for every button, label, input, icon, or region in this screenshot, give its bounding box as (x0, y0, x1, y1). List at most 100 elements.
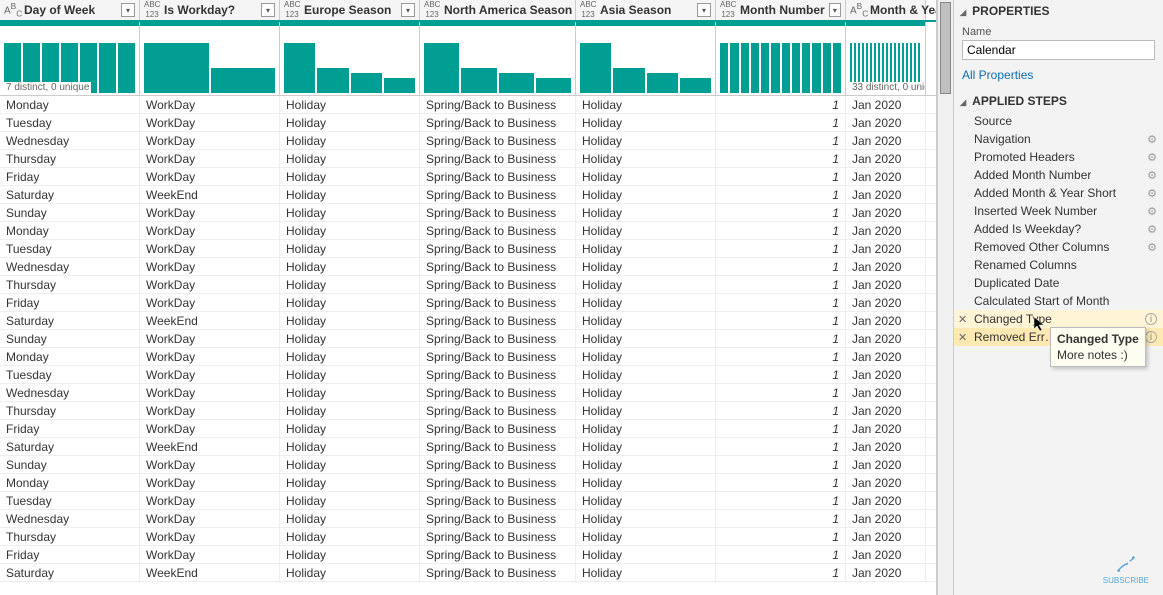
table-cell: Holiday (576, 132, 716, 149)
vertical-scrollbar[interactable] (937, 0, 953, 595)
table-row[interactable]: FridayWorkDayHolidaySpring/Back to Busin… (0, 294, 936, 312)
table-row[interactable]: WednesdayWorkDayHolidaySpring/Back to Bu… (0, 132, 936, 150)
gear-icon[interactable]: ⚙ (1147, 187, 1157, 200)
filter-dropdown-icon[interactable]: ▾ (829, 3, 841, 17)
table-row[interactable]: SaturdayWeekEndHolidaySpring/Back to Bus… (0, 312, 936, 330)
datatype-icon[interactable]: ABC (850, 2, 866, 18)
datatype-icon[interactable]: ABC123 (720, 0, 736, 20)
table-cell: Jan 2020 (846, 150, 926, 167)
table-row[interactable]: SaturdayWeekEndHolidaySpring/Back to Bus… (0, 186, 936, 204)
table-cell: Holiday (576, 186, 716, 203)
column-distribution[interactable]: 7 distinct, 0 unique (0, 26, 140, 95)
table-row[interactable]: TuesdayWorkDayHolidaySpring/Back to Busi… (0, 240, 936, 258)
info-icon[interactable]: i (1145, 313, 1157, 325)
applied-steps-header[interactable]: APPLIED STEPS (954, 90, 1163, 112)
table-row[interactable]: FridayWorkDayHolidaySpring/Back to Busin… (0, 546, 936, 564)
datatype-icon[interactable]: ABC123 (144, 0, 160, 20)
table-cell: 1 (716, 402, 846, 419)
table-row[interactable]: ThursdayWorkDayHolidaySpring/Back to Bus… (0, 528, 936, 546)
table-cell: Holiday (576, 528, 716, 545)
applied-step[interactable]: ✕Calculated Start of Month (954, 292, 1163, 310)
table-row[interactable]: SundayWorkDayHolidaySpring/Back to Busin… (0, 456, 936, 474)
delete-step-icon[interactable]: ✕ (958, 313, 967, 326)
column-header[interactable]: ABC123Month Number▾ (716, 0, 846, 20)
applied-step[interactable]: ✕Added Is Weekday?⚙ (954, 220, 1163, 238)
table-row[interactable]: FridayWorkDayHolidaySpring/Back to Busin… (0, 168, 936, 186)
table-cell: Jan 2020 (846, 510, 926, 527)
filter-dropdown-icon[interactable]: ▾ (401, 3, 415, 17)
gear-icon[interactable]: ⚙ (1147, 151, 1157, 164)
applied-step[interactable]: ✕Duplicated Date (954, 274, 1163, 292)
info-icon[interactable]: i (1145, 331, 1157, 343)
table-cell: 1 (716, 564, 846, 581)
properties-header[interactable]: PROPERTIES (954, 0, 1163, 22)
column-distribution[interactable] (420, 26, 576, 95)
step-name: Added Month & Year Short (974, 186, 1116, 200)
filter-dropdown-icon[interactable]: ▾ (121, 3, 135, 17)
datatype-icon[interactable]: ABC (4, 2, 20, 18)
table-row[interactable]: MondayWorkDayHolidaySpring/Back to Busin… (0, 474, 936, 492)
table-cell: Jan 2020 (846, 240, 926, 257)
column-distribution[interactable]: 33 distinct, 0 unique (846, 26, 926, 95)
table-row[interactable]: WednesdayWorkDayHolidaySpring/Back to Bu… (0, 384, 936, 402)
gear-icon[interactable]: ⚙ (1147, 241, 1157, 254)
datatype-icon[interactable]: ABC123 (424, 0, 440, 20)
column-name: North America Season (444, 3, 572, 17)
column-header[interactable]: ABC123Is Workday?▾ (140, 0, 280, 20)
filter-dropdown-icon[interactable]: ▾ (261, 3, 275, 17)
column-header[interactable]: ABC123Europe Season▾ (280, 0, 420, 20)
table-row[interactable]: MondayWorkDayHolidaySpring/Back to Busin… (0, 348, 936, 366)
data-rows[interactable]: MondayWorkDayHolidaySpring/Back to Busin… (0, 96, 936, 595)
applied-step[interactable]: ✕Promoted Headers⚙ (954, 148, 1163, 166)
applied-step[interactable]: ✕Source (954, 112, 1163, 130)
applied-step[interactable]: ✕Renamed Columns (954, 256, 1163, 274)
applied-step[interactable]: ✕Added Month & Year Short⚙ (954, 184, 1163, 202)
table-row[interactable]: TuesdayWorkDayHolidaySpring/Back to Busi… (0, 114, 936, 132)
table-cell: Saturday (0, 186, 140, 203)
table-cell: Jan 2020 (846, 402, 926, 419)
table-row[interactable]: TuesdayWorkDayHolidaySpring/Back to Busi… (0, 492, 936, 510)
table-row[interactable]: SundayWorkDayHolidaySpring/Back to Busin… (0, 330, 936, 348)
datatype-icon[interactable]: ABC123 (284, 0, 300, 20)
name-input[interactable] (962, 40, 1155, 60)
table-row[interactable]: ThursdayWorkDayHolidaySpring/Back to Bus… (0, 276, 936, 294)
column-header[interactable]: ABC123North America Season▾ (420, 0, 576, 20)
table-row[interactable]: TuesdayWorkDayHolidaySpring/Back to Busi… (0, 366, 936, 384)
column-header[interactable]: ABC123Asia Season▾ (576, 0, 716, 20)
table-cell: Thursday (0, 402, 140, 419)
gear-icon[interactable]: ⚙ (1147, 169, 1157, 182)
column-distribution[interactable] (576, 26, 716, 95)
table-row[interactable]: ThursdayWorkDayHolidaySpring/Back to Bus… (0, 150, 936, 168)
applied-step[interactable]: ✕Navigation⚙ (954, 130, 1163, 148)
table-cell: Holiday (576, 150, 716, 167)
column-header[interactable]: ABCDay of Week▾ (0, 0, 140, 20)
datatype-icon[interactable]: ABC123 (580, 0, 596, 20)
applied-step[interactable]: ✕Added Month Number⚙ (954, 166, 1163, 184)
table-row[interactable]: ThursdayWorkDayHolidaySpring/Back to Bus… (0, 402, 936, 420)
table-row[interactable]: FridayWorkDayHolidaySpring/Back to Busin… (0, 420, 936, 438)
applied-step[interactable]: ✕Removed Other Columns⚙ (954, 238, 1163, 256)
table-row[interactable]: SaturdayWeekEndHolidaySpring/Back to Bus… (0, 564, 936, 582)
applied-step[interactable]: ✕Inserted Week Number⚙ (954, 202, 1163, 220)
table-row[interactable]: MondayWorkDayHolidaySpring/Back to Busin… (0, 96, 936, 114)
gear-icon[interactable]: ⚙ (1147, 133, 1157, 146)
table-row[interactable]: MondayWorkDayHolidaySpring/Back to Busin… (0, 222, 936, 240)
table-row[interactable]: SundayWorkDayHolidaySpring/Back to Busin… (0, 204, 936, 222)
column-header[interactable]: ABCMonth & Year▾ (846, 0, 926, 20)
applied-step[interactable]: ✕Changed Typei (954, 310, 1163, 328)
table-row[interactable]: WednesdayWorkDayHolidaySpring/Back to Bu… (0, 258, 936, 276)
gear-icon[interactable]: ⚙ (1147, 223, 1157, 236)
table-row[interactable]: SaturdayWeekEndHolidaySpring/Back to Bus… (0, 438, 936, 456)
table-cell: Holiday (280, 384, 420, 401)
table-row[interactable]: WednesdayWorkDayHolidaySpring/Back to Bu… (0, 510, 936, 528)
table-cell: Holiday (280, 294, 420, 311)
column-distribution[interactable] (280, 26, 420, 95)
column-distribution[interactable] (716, 26, 846, 95)
table-cell: Spring/Back to Business (420, 564, 576, 581)
filter-dropdown-icon[interactable]: ▾ (697, 3, 711, 17)
delete-step-icon[interactable]: ✕ (958, 331, 967, 344)
table-cell: Holiday (280, 96, 420, 113)
gear-icon[interactable]: ⚙ (1147, 205, 1157, 218)
column-distribution[interactable] (140, 26, 280, 95)
all-properties-link[interactable]: All Properties (962, 68, 1155, 82)
